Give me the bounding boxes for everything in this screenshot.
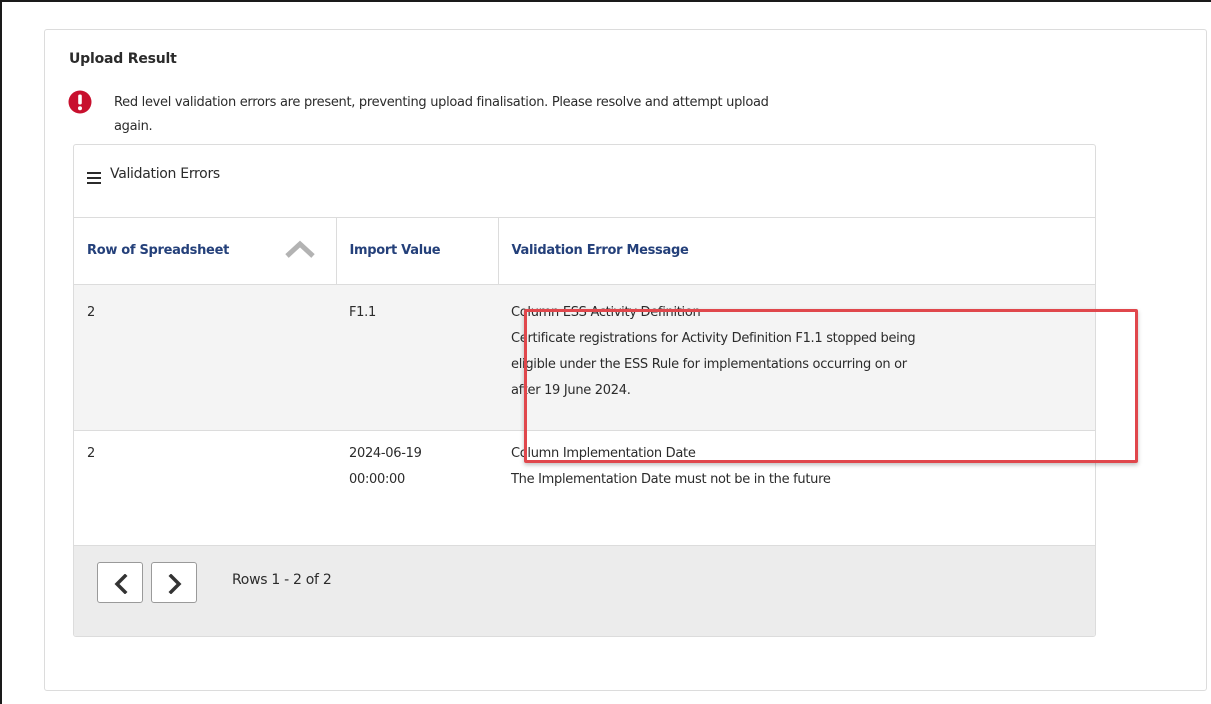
column-header-import-value[interactable]: Import Value: [336, 218, 499, 285]
error-message-line: eligible under the ESS Rule for implemen…: [511, 356, 907, 372]
column-header-label: Row of Spreadsheet: [87, 243, 230, 259]
cell-row-number: 2: [74, 284, 336, 431]
table-row: 2 F1.1 Column ESS Activity Definition Ce…: [74, 284, 1095, 431]
alert-message-line: again.: [114, 119, 153, 134]
card-title: Validation Errors: [110, 166, 220, 182]
exclamation-circle-icon: [68, 90, 92, 114]
validation-errors-card: Validation Errors Row of Spreadsheet Imp…: [73, 144, 1096, 637]
sort-ascending-icon[interactable]: [284, 240, 316, 258]
window-frame: Upload Result Red level validation error…: [0, 0, 1211, 704]
previous-page-button[interactable]: [97, 562, 143, 603]
cell-error-message: Column Implementation Date The Implement…: [498, 430, 1095, 513]
card-header: Validation Errors: [74, 145, 1095, 218]
table-row: 2 2024-06-19 00:00:00 Column Implementat…: [74, 430, 1095, 513]
table-footer: Rows 1 - 2 of 2: [74, 545, 1095, 636]
cell-error-message: Column ESS Activity Definition Certifica…: [498, 284, 1095, 431]
alert-message: Red level validation errors are present,…: [114, 91, 1044, 139]
panel-title: Upload Result: [69, 51, 177, 67]
column-header-validation-error-message[interactable]: Validation Error Message: [498, 218, 1095, 285]
error-message-line: Column ESS Activity Definition: [511, 304, 701, 320]
cell-row-number: 2: [74, 430, 336, 513]
error-message-line: Certificate registrations for Activity D…: [511, 330, 916, 346]
cell-import-value: F1.1: [336, 284, 498, 431]
error-message-line: The Implementation Date must not be in t…: [511, 471, 831, 487]
chevron-right-icon: [168, 574, 182, 594]
column-header-row-of-spreadsheet[interactable]: Row of Spreadsheet: [74, 218, 337, 285]
next-page-button[interactable]: [151, 562, 197, 603]
chevron-left-icon: [114, 574, 128, 594]
cell-import-value: 2024-06-19 00:00:00: [336, 430, 498, 513]
import-value-line: 00:00:00: [349, 471, 405, 487]
menu-icon[interactable]: [87, 172, 101, 184]
column-header-label: Validation Error Message: [511, 243, 689, 259]
pager-status: Rows 1 - 2 of 2: [232, 572, 332, 588]
column-header-label: Import Value: [349, 243, 441, 259]
error-message-line: after 19 June 2024.: [511, 382, 631, 398]
import-value-line: 2024-06-19: [349, 445, 422, 461]
validation-errors-table: Row of Spreadsheet Import Value Validati…: [74, 218, 1095, 513]
alert-message-line: Red level validation errors are present,…: [114, 95, 769, 110]
table-header-row: Row of Spreadsheet Import Value Validati…: [74, 218, 1095, 285]
error-message-line: Column Implementation Date: [511, 445, 696, 461]
